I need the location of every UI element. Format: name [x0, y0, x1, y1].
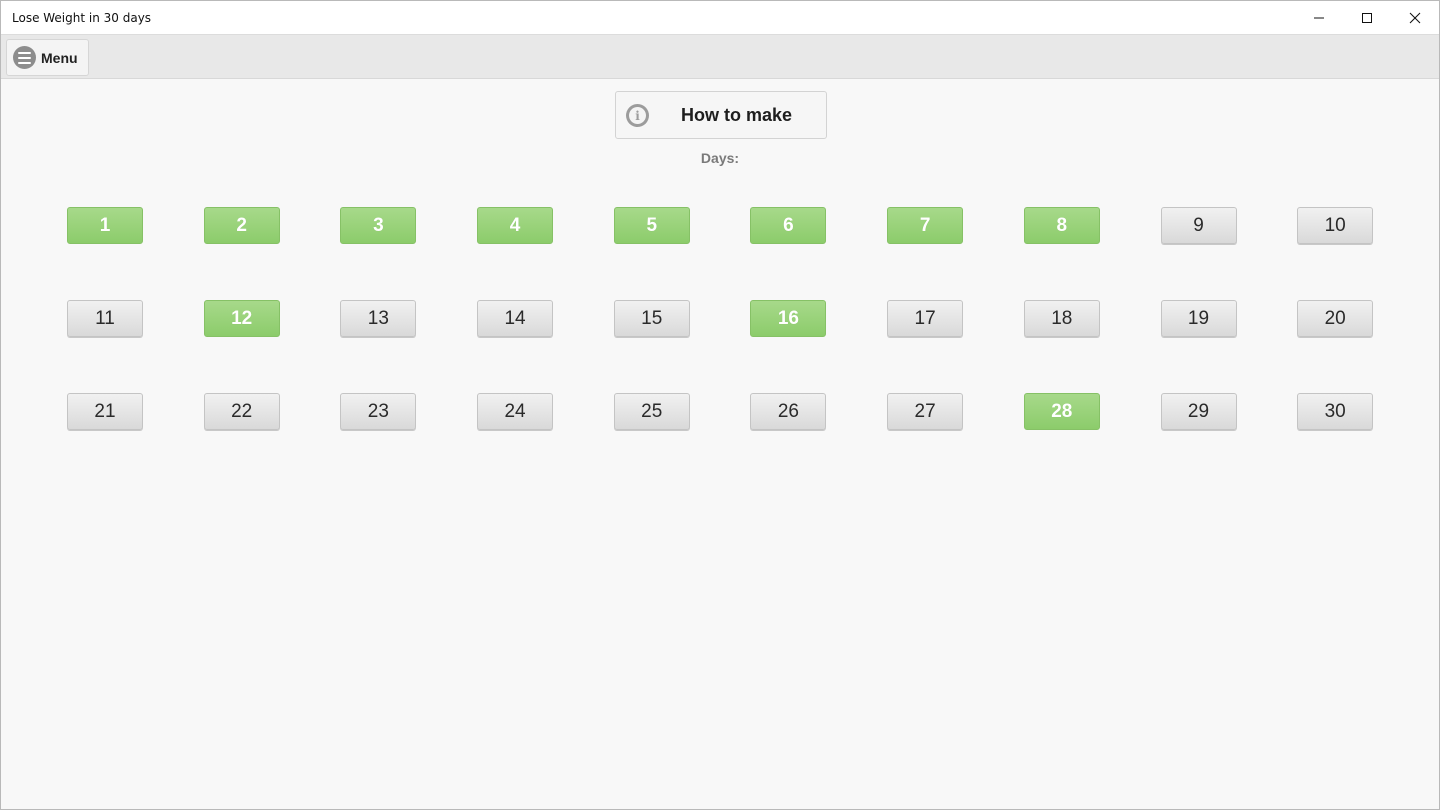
day-button-5[interactable]: 5 [613, 207, 690, 244]
day-button-30[interactable]: 30 [1297, 393, 1374, 430]
day-button-4[interactable]: 4 [477, 207, 554, 244]
minimize-button[interactable] [1295, 1, 1343, 34]
toolbar: Menu [1, 34, 1439, 79]
day-button-12[interactable]: 12 [203, 300, 280, 337]
day-button-22[interactable]: 22 [203, 393, 280, 430]
day-button-23[interactable]: 23 [340, 393, 417, 430]
day-button-15[interactable]: 15 [613, 300, 690, 337]
minimize-icon [1314, 17, 1324, 18]
day-grid: 1 2 3 4 5 6 7 8 9 10 11 12 13 14 15 16 17 18 19 20 21 22 23 24 2… [67, 207, 1374, 430]
day-button-29[interactable]: 29 [1160, 393, 1237, 430]
day-button-7[interactable]: 7 [887, 207, 964, 244]
day-button-26[interactable]: 26 [750, 393, 827, 430]
days-label: Days: [700, 150, 740, 166]
close-icon [1409, 12, 1421, 23]
maximize-icon [1362, 12, 1372, 23]
day-button-1[interactable]: 1 [67, 207, 143, 244]
day-button-17[interactable]: 17 [887, 300, 964, 337]
window-controls [1295, 1, 1439, 34]
day-button-20[interactable]: 20 [1297, 300, 1374, 337]
window-title: Lose Weight in 30 days [12, 10, 152, 25]
close-button[interactable] [1391, 1, 1439, 34]
menu-label: Menu [41, 49, 78, 66]
day-button-2[interactable]: 2 [203, 207, 280, 244]
day-button-24[interactable]: 24 [477, 393, 554, 430]
how-to-make-button[interactable]: i How to make [615, 91, 827, 139]
day-button-11[interactable]: 11 [67, 300, 143, 337]
day-button-14[interactable]: 14 [477, 300, 554, 337]
day-button-10[interactable]: 10 [1297, 207, 1374, 244]
info-icon: i [626, 104, 649, 127]
day-button-16[interactable]: 16 [750, 300, 827, 337]
title-bar: Lose Weight in 30 days [1, 1, 1439, 34]
how-to-make-label: How to make [681, 105, 793, 125]
day-button-25[interactable]: 25 [613, 393, 690, 430]
day-button-21[interactable]: 21 [67, 393, 143, 430]
day-button-18[interactable]: 18 [1023, 300, 1100, 337]
day-button-13[interactable]: 13 [340, 300, 417, 337]
maximize-button[interactable] [1343, 1, 1391, 34]
menu-button[interactable]: Menu [6, 39, 89, 76]
hamburger-icon [13, 46, 36, 69]
day-button-6[interactable]: 6 [750, 207, 827, 244]
day-button-8[interactable]: 8 [1023, 207, 1100, 244]
day-button-3[interactable]: 3 [340, 207, 417, 244]
day-button-9[interactable]: 9 [1160, 207, 1237, 244]
day-button-27[interactable]: 27 [887, 393, 964, 430]
day-button-28[interactable]: 28 [1023, 393, 1100, 430]
day-button-19[interactable]: 19 [1160, 300, 1237, 337]
